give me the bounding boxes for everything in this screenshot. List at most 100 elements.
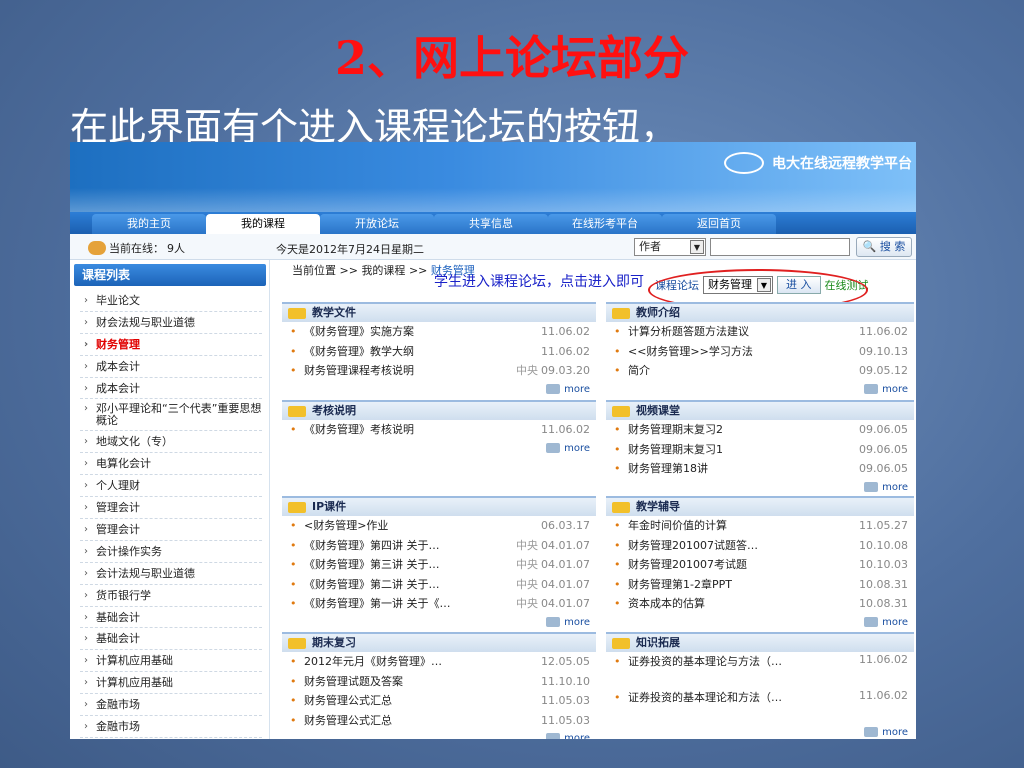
- course-item[interactable]: 金融市场: [80, 694, 262, 717]
- item-date: 11.10.10: [541, 674, 590, 688]
- list-item[interactable]: 2012年元月《财务管理》… 12.05.05: [282, 652, 596, 672]
- item-date: 04.01.07: [541, 538, 590, 552]
- tab-my-courses[interactable]: 我的课程: [206, 214, 320, 234]
- list-item[interactable]: 年金时间价值的计算 11.05.27: [606, 516, 914, 536]
- annotation-text: 学生进入课程论坛，点击进入即可: [434, 274, 644, 290]
- slide-title: 2、网上论坛部分: [334, 31, 689, 85]
- folder-icon: [612, 502, 630, 513]
- search-type-select[interactable]: 作者 ▼: [634, 238, 706, 256]
- list-item[interactable]: 财务管理第1-2章PPT 10.08.31: [606, 575, 914, 595]
- course-item[interactable]: 财会法规与职业道德: [80, 312, 262, 334]
- list-item[interactable]: 资本成本的估算 10.08.31: [606, 594, 914, 614]
- tab-open-forum[interactable]: 开放论坛: [320, 214, 434, 234]
- course-item[interactable]: 管理会计: [80, 519, 262, 541]
- list-item[interactable]: 《财务管理》第三讲 关于… 中央04.01.07: [282, 555, 596, 575]
- item-date: 11.06.02: [541, 325, 590, 338]
- item-title: 《财务管理》考核说明: [304, 423, 414, 436]
- course-item[interactable]: 管理会计: [80, 497, 262, 520]
- course-item[interactable]: 地域文化（专）: [80, 431, 262, 454]
- more-link[interactable]: more: [282, 440, 596, 458]
- panel-header: 期末复习: [282, 632, 596, 652]
- item-date: 04.01.07: [541, 558, 590, 571]
- list-item[interactable]: 财务管理公式汇总 11.05.03: [282, 691, 596, 711]
- item-title: 财务管理201007试题答…: [628, 538, 758, 552]
- item-date: 09.03.20: [541, 364, 590, 377]
- course-item[interactable]: 邓小平理论和“三个代表”重要思想概论: [80, 399, 262, 432]
- more-link[interactable]: more: [606, 381, 914, 399]
- panel-title: 视频课堂: [636, 404, 680, 417]
- list-item[interactable]: 计算分析题答题方法建议 11.06.02: [606, 322, 914, 342]
- more-link[interactable]: more: [606, 614, 914, 632]
- course-item[interactable]: 计算机应用基础: [80, 650, 262, 673]
- list-item[interactable]: 财务管理试题及答案 11.10.10: [282, 672, 596, 692]
- item-source: 中央: [516, 558, 538, 571]
- list-item[interactable]: 《财务管理》第四讲 关于… 中央04.01.07: [282, 536, 596, 556]
- list-item[interactable]: 财务管理第18讲 09.06.05: [606, 459, 914, 479]
- list-item[interactable]: 证券投资的基本理论和方法（… 11.06.02: [606, 688, 914, 724]
- platform-logo: 电大在线远程教学平台: [724, 152, 912, 174]
- more-link[interactable]: more: [282, 614, 596, 632]
- list-item[interactable]: 《财务管理》第二讲 关于… 中央04.01.07: [282, 575, 596, 595]
- course-item[interactable]: 电算化会计: [80, 453, 262, 476]
- tab-shared-info[interactable]: 共享信息: [434, 214, 548, 234]
- list-item[interactable]: 财务管理期末复习2 09.06.05: [606, 420, 914, 440]
- item-title: 2012年元月《财务管理》…: [304, 655, 442, 668]
- list-item[interactable]: <财务管理>作业 06.03.17: [282, 516, 596, 536]
- course-item[interactable]: 金融市场: [80, 716, 262, 738]
- online-status: 当前在线： 9人: [88, 240, 185, 256]
- more-label: more: [882, 616, 908, 628]
- tab-my-home[interactable]: 我的主页: [92, 214, 206, 234]
- list-item[interactable]: 财务管理公式汇总 11.05.03: [282, 711, 596, 731]
- more-link[interactable]: more: [606, 479, 914, 497]
- item-date: 11.06.02: [859, 689, 908, 702]
- more-link[interactable]: more: [282, 381, 596, 399]
- folder-icon: [612, 308, 630, 319]
- item-date: 10.10.08: [859, 538, 908, 552]
- more-icon: [864, 727, 879, 737]
- course-item[interactable]: 毕业论文: [80, 290, 262, 312]
- list-item[interactable]: 证券投资的基本理论与方法（… 11.06.02: [606, 652, 914, 688]
- panel-title: IP课件: [312, 500, 347, 513]
- panel-title: 期末复习: [312, 636, 356, 649]
- course-item-selected[interactable]: 财务管理: [80, 334, 262, 356]
- search-button[interactable]: 🔍 搜 索: [856, 237, 912, 257]
- tab-online-exam[interactable]: 在线形考平台: [548, 214, 662, 234]
- course-item[interactable]: 个人理财: [80, 475, 262, 498]
- list-item[interactable]: 财务管理201007试题答… 10.10.08: [606, 536, 914, 556]
- course-item[interactable]: 货币银行学: [80, 585, 262, 607]
- course-item[interactable]: 成本会计: [80, 378, 262, 400]
- course-item[interactable]: 会计操作实务: [80, 541, 262, 563]
- item-date: 11.06.02: [859, 325, 908, 338]
- list-item[interactable]: 《财务管理》第一讲 关于《… 中央04.01.07: [282, 594, 596, 614]
- list-item[interactable]: 《财务管理》教学大纲 11.06.02: [282, 342, 596, 362]
- list-item[interactable]: 财务管理期末复习1 09.06.05: [606, 440, 914, 460]
- panel-knowledge-ext: 知识拓展 证券投资的基本理论与方法（… 11.06.02 证券投资的基本理论和方法…: [606, 632, 914, 739]
- course-item[interactable]: 成本会计: [80, 356, 262, 378]
- list-item[interactable]: 《财务管理》考核说明 11.06.02: [282, 420, 596, 440]
- search-input[interactable]: [710, 238, 850, 256]
- search-type-value: 作者: [639, 240, 661, 253]
- item-date: 12.05.05: [541, 655, 590, 668]
- list-item[interactable]: 《财务管理》实施方案 11.06.02: [282, 322, 596, 342]
- list-item[interactable]: 财务管理课程考核说明 中央09.03.20: [282, 361, 596, 381]
- list-item[interactable]: 财务管理201007考试题 10.10.03: [606, 555, 914, 575]
- item-date: 09.06.05: [859, 442, 908, 456]
- more-label: more: [882, 727, 908, 738]
- panel-teacher-intro: 教师介绍 计算分析题答题方法建议 11.06.02 <<财务管理>>学习方法 09.…: [606, 302, 914, 399]
- item-date: 09.06.05: [859, 462, 908, 475]
- course-item[interactable]: 基础会计: [80, 628, 262, 651]
- people-icon: [88, 241, 106, 255]
- list-item[interactable]: <<财务管理>>学习方法 09.10.13: [606, 342, 914, 362]
- panel-header: 知识拓展: [606, 632, 914, 652]
- panel-header: IP课件: [282, 496, 596, 516]
- tab-return-home[interactable]: 返回首页: [662, 214, 776, 234]
- logo-icon: [724, 152, 764, 174]
- breadcrumb-my-courses[interactable]: 我的课程: [361, 264, 405, 277]
- course-item[interactable]: 计算机应用基础: [80, 672, 262, 695]
- item-title: 财务管理201007考试题: [628, 558, 747, 571]
- course-item[interactable]: 基础会计: [80, 607, 262, 629]
- course-item[interactable]: 会计法规与职业道德: [80, 563, 262, 585]
- more-link[interactable]: more: [606, 724, 914, 739]
- list-item[interactable]: 简介 09.05.12: [606, 361, 914, 381]
- more-link[interactable]: more: [282, 730, 596, 739]
